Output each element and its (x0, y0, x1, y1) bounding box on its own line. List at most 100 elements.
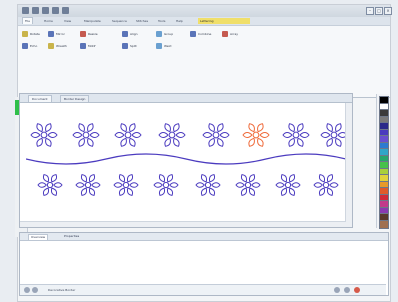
petal (42, 174, 50, 183)
petal (208, 187, 216, 196)
ribbon-panel: Rotate Mirror Resize Align Group Combine… (18, 25, 390, 98)
petal (118, 187, 126, 196)
petal (78, 137, 85, 147)
resize-icon (80, 31, 86, 37)
undo-icon[interactable] (62, 7, 69, 14)
flower-center (46, 181, 54, 189)
status-icon (24, 287, 30, 293)
top-flower[interactable] (282, 123, 310, 147)
petal (37, 182, 47, 188)
tab-tools[interactable]: Tools (156, 18, 167, 24)
petal (153, 182, 163, 188)
echo-button[interactable]: Echo (22, 42, 37, 50)
flower-center (212, 131, 220, 139)
top-flower[interactable] (158, 123, 186, 147)
tab-sequence[interactable]: Sequence (110, 18, 129, 24)
petal (217, 123, 224, 133)
color-swatch[interactable] (379, 219, 389, 229)
petal (30, 132, 41, 138)
petal (208, 137, 215, 147)
petal (240, 187, 248, 196)
tab-document[interactable]: Document (28, 95, 52, 102)
top-flower[interactable] (30, 123, 58, 147)
tab-view[interactable]: View (62, 18, 73, 24)
bottom-flower[interactable] (37, 174, 63, 196)
array-button[interactable]: Array (222, 30, 238, 38)
petal (164, 137, 171, 147)
petal (87, 137, 94, 147)
petal (329, 182, 339, 188)
petal (195, 182, 205, 188)
top-flower[interactable] (242, 123, 270, 147)
tab-manipulate[interactable]: Manipulate (82, 18, 103, 24)
tab-home[interactable]: Home (42, 18, 55, 24)
border-design[interactable] (25, 107, 348, 215)
tab-overview[interactable]: Overview (28, 234, 49, 240)
tab-file[interactable]: File (22, 17, 34, 24)
petal (88, 174, 96, 183)
flower-center (322, 181, 330, 189)
flower-center (244, 181, 252, 189)
wreath-icon (48, 43, 54, 49)
bottom-flower[interactable] (313, 174, 339, 196)
group-button[interactable]: Group (156, 30, 173, 38)
bottom-flower[interactable] (113, 174, 139, 196)
petal (335, 137, 342, 147)
combine-button[interactable]: Combine (190, 30, 211, 38)
petal (88, 187, 96, 196)
close-button[interactable]: × (384, 7, 392, 15)
vine-line (25, 153, 347, 165)
tab-help[interactable]: Help (174, 18, 185, 24)
horizontal-scrollbar[interactable] (20, 221, 346, 227)
tab-stitches[interactable]: Stitches (134, 18, 150, 24)
minimize-button[interactable]: – (366, 7, 374, 15)
petal (288, 137, 295, 147)
open-file-icon[interactable] (42, 7, 49, 14)
mirror-button[interactable]: Mirror (48, 30, 65, 38)
wreath-button[interactable]: Wreath (48, 42, 67, 50)
petal (200, 174, 208, 183)
flower-center (204, 181, 212, 189)
app-menu-icon[interactable] (22, 7, 29, 14)
top-flower[interactable] (202, 123, 230, 147)
vertical-scrollbar[interactable] (345, 103, 352, 227)
top-flower[interactable] (72, 123, 100, 147)
top-flower[interactable] (114, 123, 142, 147)
petal (202, 132, 213, 138)
maximize-button[interactable]: □ (375, 7, 383, 15)
petal (288, 174, 296, 183)
save-icon[interactable] (52, 7, 59, 14)
petal (175, 132, 186, 138)
new-file-icon[interactable] (32, 7, 39, 14)
petal (118, 174, 126, 183)
weld-button[interactable]: Weld (156, 42, 171, 50)
bottom-flower[interactable] (235, 174, 261, 196)
tab-lettering[interactable]: Lettering (198, 18, 250, 24)
tab-properties[interactable]: Properties (62, 234, 81, 239)
info-icon[interactable] (334, 287, 340, 293)
petal (219, 132, 230, 138)
zoom-icon[interactable] (32, 287, 38, 293)
bottom-flower[interactable] (153, 174, 179, 196)
motif-button[interactable]: Motif (80, 42, 96, 50)
petal (211, 182, 221, 188)
align-button[interactable]: Align (122, 30, 138, 38)
warning-icon[interactable] (344, 287, 350, 293)
bottom-flower[interactable] (195, 174, 221, 196)
petal (275, 182, 285, 188)
alert-icon[interactable] (354, 287, 360, 293)
rotate-button[interactable]: Rotate (22, 30, 40, 38)
align-icon (122, 31, 128, 37)
tab-border-design[interactable]: Border Design (60, 95, 90, 102)
bottom-flower[interactable] (75, 174, 101, 196)
bottom-flower[interactable] (275, 174, 301, 196)
petal (166, 174, 174, 183)
petal (326, 174, 334, 183)
echo-icon (22, 43, 28, 49)
resize-button[interactable]: Resize (80, 30, 98, 38)
top-flower[interactable] (320, 123, 348, 147)
design-canvas[interactable] (25, 107, 348, 215)
petal (166, 187, 174, 196)
split-button[interactable]: Split (122, 42, 137, 50)
flower-center (124, 131, 132, 139)
